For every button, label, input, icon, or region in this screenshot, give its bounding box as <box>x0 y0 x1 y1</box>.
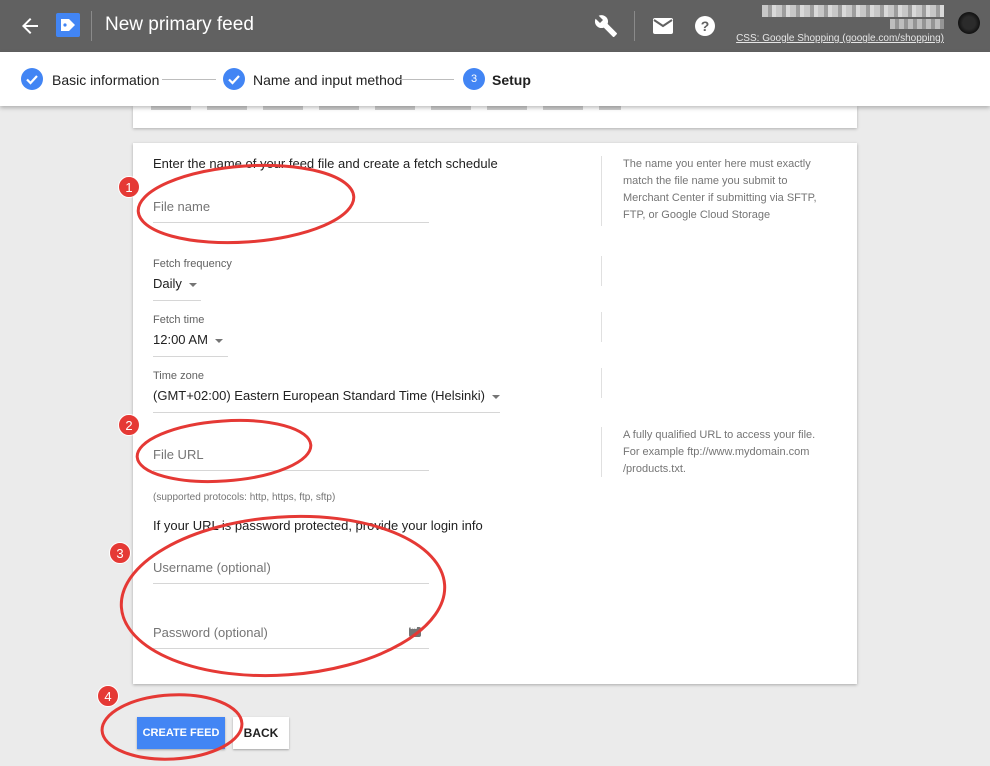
annotation-badge-2: 2 <box>118 414 140 436</box>
svg-text:?: ? <box>701 18 710 34</box>
file-url-help-text: A fully qualified URL to access your fil… <box>623 429 816 475</box>
password-manager-icon[interactable] <box>409 623 421 637</box>
help-icon[interactable]: ? <box>693 14 717 38</box>
chevron-down-icon <box>214 338 223 343</box>
top-app-bar: New primary feed ? CSS: Google Shopping … <box>0 0 990 52</box>
help-divider <box>601 156 602 226</box>
topbar-divider <box>634 11 635 41</box>
fetch-time-label: Fetch time <box>153 314 205 326</box>
help-divider <box>601 312 602 342</box>
progress-stepper: Basic information Name and input method … <box>0 52 990 106</box>
step-complete-check-icon <box>21 68 43 90</box>
section-title: Enter the name of your feed file and cre… <box>153 156 498 171</box>
fetch-time-select[interactable]: 12:00 AM <box>153 332 228 357</box>
annotation-badge-3: 3 <box>109 542 131 564</box>
help-divider <box>601 368 602 398</box>
fetch-frequency-label: Fetch frequency <box>153 258 232 270</box>
chevron-down-icon <box>188 282 197 287</box>
chevron-down-icon <box>492 394 501 399</box>
account-id-blurred <box>890 19 944 29</box>
password-input[interactable] <box>153 616 429 649</box>
setup-card: Enter the name of your feed file and cre… <box>133 143 857 684</box>
file-name-input[interactable] <box>153 190 429 223</box>
step-number-badge: 3 <box>463 68 485 90</box>
username-input[interactable] <box>153 551 429 584</box>
step-connector <box>162 79 216 80</box>
time-zone-value: (GMT+02:00) Eastern European Standard Ti… <box>153 388 486 403</box>
file-url-input[interactable] <box>153 438 429 471</box>
avatar[interactable] <box>958 12 980 34</box>
step-connector <box>400 79 454 80</box>
create-feed-button[interactable]: CREATE FEED <box>137 717 225 749</box>
account-name-blurred <box>762 5 944 17</box>
page-title: New primary feed <box>105 14 254 35</box>
merchant-center-logo <box>56 13 80 37</box>
previous-section-card <box>133 103 857 128</box>
fetch-frequency-value: Daily <box>153 276 182 291</box>
back-arrow-icon[interactable] <box>18 14 42 38</box>
time-zone-label: Time zone <box>153 370 204 382</box>
help-divider <box>601 256 602 286</box>
step-complete-check-icon <box>223 68 245 90</box>
fetch-frequency-select[interactable]: Daily <box>153 276 201 301</box>
step-label-name-and-input-method[interactable]: Name and input method <box>253 72 402 88</box>
step-label-setup[interactable]: Setup <box>492 72 531 88</box>
tag-icon <box>61 19 75 31</box>
annotation-badge-4: 4 <box>97 685 119 707</box>
fetch-time-value: 12:00 AM <box>153 332 208 347</box>
mail-icon[interactable] <box>651 15 675 37</box>
annotation-badge-1: 1 <box>118 176 140 198</box>
time-zone-select[interactable]: (GMT+02:00) Eastern European Standard Ti… <box>153 388 501 413</box>
wrench-icon[interactable] <box>594 14 618 38</box>
topbar-divider <box>91 11 92 41</box>
supported-protocols-hint: (supported protocols: http, https, ftp, … <box>153 492 336 503</box>
file-name-help-text: The name you enter here must exactly mat… <box>623 158 817 221</box>
help-divider <box>601 427 602 477</box>
css-link[interactable]: CSS: Google Shopping (google.com/shoppin… <box>736 33 944 44</box>
login-info-title: If your URL is password protected, provi… <box>153 518 483 533</box>
step-label-basic-information[interactable]: Basic information <box>52 72 159 88</box>
back-button[interactable]: BACK <box>233 717 289 749</box>
